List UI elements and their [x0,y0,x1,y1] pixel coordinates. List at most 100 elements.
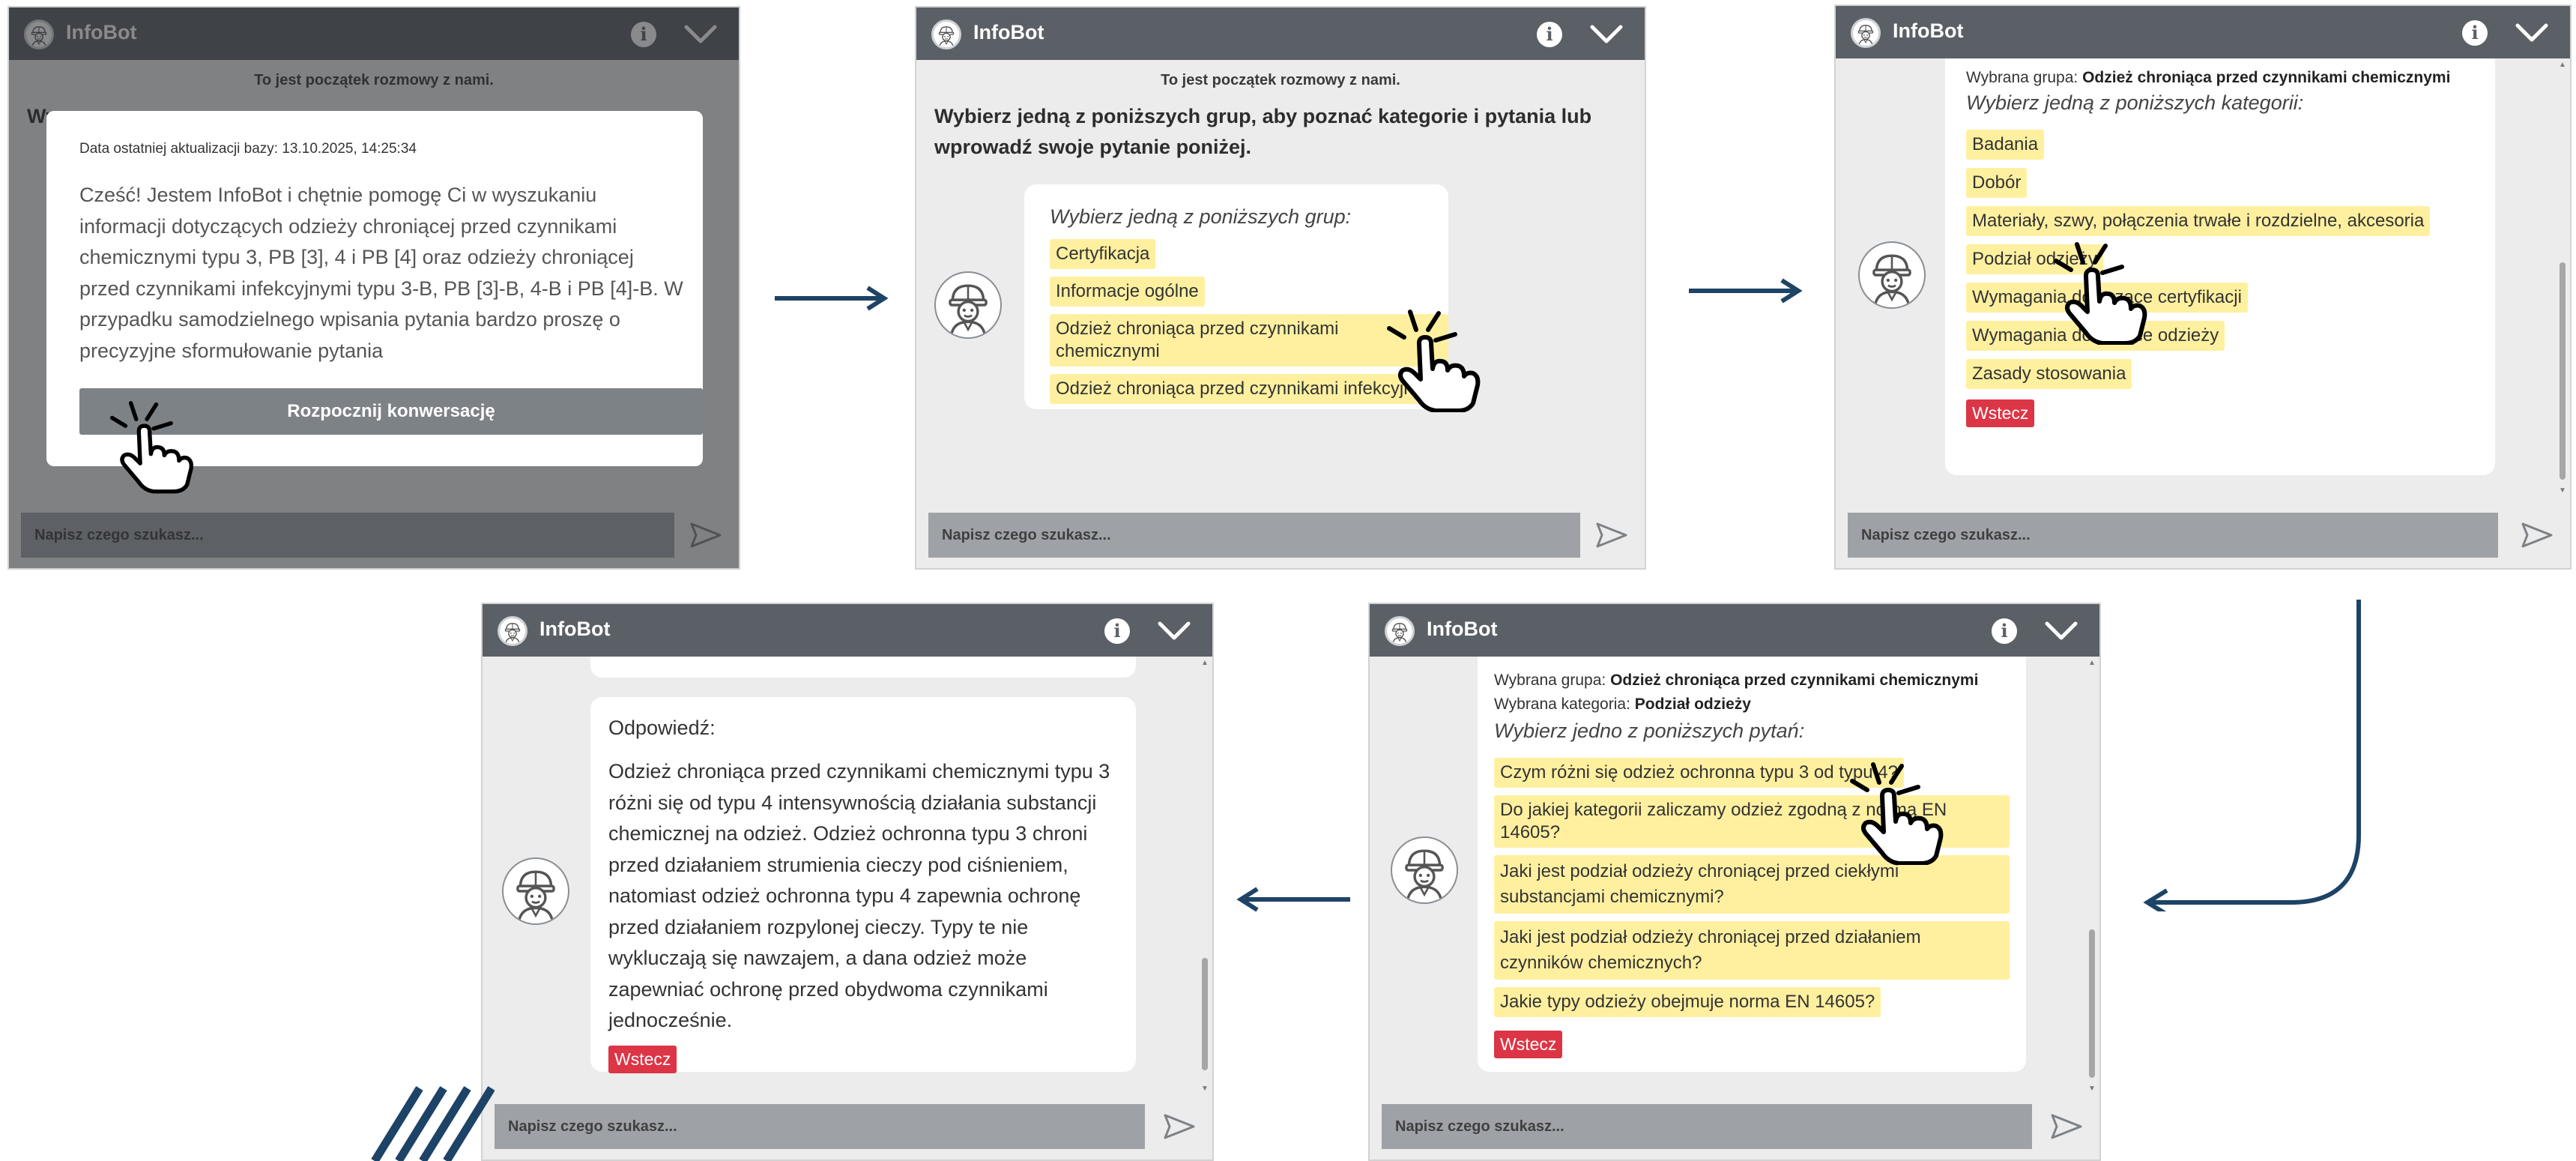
infobot-logo-icon [931,19,961,49]
send-icon[interactable] [1595,522,1628,549]
selected-group-label: Wybrana grupa: [1494,672,1606,689]
selected-group-line: Wybrana grupa: Odzież chroniąca przed cz… [1494,672,2010,690]
infobot-logo-icon [1851,18,1881,48]
database-update-date: Data ostatniej aktualizacji bazy: 13.10.… [79,141,417,157]
chevron-down-icon[interactable] [1589,21,1624,48]
selected-group-value: Odzież chroniąca przed czynnikami chemic… [1610,672,1979,689]
bubble-title: Wybierz jedną z poniższych grup: [1050,205,1352,228]
welcome-modal: Data ostatniej aktualizacji bazy: 13.10.… [46,111,703,466]
chat-header: InfoBot i [1836,6,2570,58]
info-icon[interactable]: i [1992,618,2017,644]
send-icon[interactable] [1163,1113,1196,1140]
category-bubble: Wybrana grupa: Odzież chroniąca przed cz… [1945,58,2495,475]
group-option-chemiczne[interactable]: Odzież chroniąca przed czynnikami chemic… [1050,314,1448,367]
question-bubble: Wybrana grupa: Odzież chroniąca przed cz… [1478,657,2026,1072]
back-button[interactable]: Wstecz [608,1045,677,1073]
bot-avatar [502,857,569,925]
selected-category-line: Wybrana kategoria: Podział odzieży [1494,696,2010,714]
decorative-stripes [371,1086,495,1161]
chat-header: InfoBot i [1370,604,2099,657]
chevron-down-icon[interactable] [1157,618,1191,645]
chat-input[interactable] [1382,1104,2032,1149]
group-option-informacje-ogolne[interactable]: Informacje ogólne [1050,277,1205,307]
category-option-zasady[interactable]: Zasady stosowania [1966,359,2132,389]
info-icon[interactable]: i [2462,20,2488,46]
infobot-logo-icon [498,616,527,646]
selected-group-line: Wybrana grupa: Odzież chroniąca przed cz… [1966,69,2495,87]
scroll-up-icon[interactable]: ▲ [1200,660,1209,667]
intro-text: Wybierz jedną z poniższych grup, aby poz… [934,105,1592,158]
question-option-en14605-kategoria[interactable]: Do jakiej kategorii zaliczamy odzież zgo… [1494,795,2010,848]
scroll-up-icon[interactable]: ▲ [2558,61,2567,69]
question-option-en14605-typy[interactable]: Jakie typy odzieży obejmuje norma EN 146… [1494,987,1881,1017]
chat-header: InfoBot i [483,604,1212,657]
info-icon[interactable]: i [1104,618,1130,644]
chevron-down-icon[interactable] [2044,618,2078,645]
chat-body: Wybrana grupa: Odzież chroniąca przed cz… [1836,58,2570,502]
scroll-thumb[interactable] [2089,929,2095,1078]
back-button[interactable]: Wstecz [1966,399,2035,427]
category-option-certyfikacja[interactable]: Wymagania dotyczące certyfikacji [1966,283,2248,313]
chat-window-4: InfoBot i Wybrana grupa: Odzież chroniąc… [1368,603,2101,1161]
scrollbar[interactable]: ▲ ▼ [2087,660,2096,1093]
chat-input[interactable] [928,513,1580,558]
scroll-down-icon[interactable]: ▼ [2558,487,2567,495]
app-title: InfoBot [539,618,611,640]
start-conversation-button[interactable]: Rozpocznij konwersację [79,388,703,435]
conversation-start-note: To jest początek rozmowy z nami. [1161,72,1400,88]
answer-text: Odzież chroniąca przed czynnikami chemic… [608,760,1110,1031]
selected-group-label: Wybrana grupa: [1966,69,2078,86]
arrow-right-icon [1689,278,1803,304]
chat-header: InfoBot i [916,7,1645,60]
bubble-title: Wybierz jedną z poniższych kategorii: [1966,91,2304,114]
scroll-up-icon[interactable]: ▲ [2087,660,2096,667]
bot-avatar [1391,836,1458,904]
scroll-down-icon[interactable]: ▼ [1200,1085,1209,1093]
welcome-text: Cześć! Jestem InfoBot i chętnie pomogę C… [79,184,683,362]
scroll-down-icon[interactable]: ▼ [2087,1085,2096,1093]
category-option-materialy[interactable]: Materiały, szwy, połączenia trwałe i roz… [1966,206,2431,236]
selected-category-label: Wybrana kategoria: [1494,696,1630,713]
category-option-badania[interactable]: Badania [1966,130,2045,160]
group-option-certyfikacja[interactable]: Certyfikacja [1050,239,1156,269]
scrollbar[interactable]: ▲ ▼ [1200,660,1209,1093]
chat-body: Wybrana grupa: Odzież chroniąca przed cz… [1370,657,2099,1094]
category-option-podzial-odziezy[interactable]: Podział odzieży [1966,244,2103,274]
selected-category-value: Podział odzieży [1634,696,1751,713]
selected-group-value: Odzież chroniąca przed czynnikami chemic… [2082,69,2451,86]
send-icon[interactable] [2050,1113,2083,1140]
infobot-logo-icon [1385,616,1415,646]
app-title: InfoBot [973,21,1044,43]
previous-bubble-edge [590,657,1136,678]
question-option-typ3-vs-typ4[interactable]: Czym różni się odzież ochronna typu 3 od… [1494,758,1904,788]
chat-window-2: InfoBot i To jest początek rozmowy z nam… [915,6,1646,570]
input-bar [916,502,1645,568]
back-button[interactable]: Wstecz [1494,1031,1563,1058]
input-bar [1836,502,2570,568]
scroll-thumb[interactable] [2560,262,2566,480]
question-option-czynniki-chemiczne[interactable]: Jaki jest podział odzieży chroniącej prz… [1494,921,2010,980]
group-option-infekcyjne[interactable]: Odzież chroniąca przed czynnikami infekc… [1050,374,1448,404]
arrow-curved-icon [2143,600,2361,911]
chevron-down-icon[interactable] [2515,19,2549,46]
chat-body: Odpowiedź: Odzież chroniąca przed czynni… [483,657,1212,1094]
scroll-thumb[interactable] [1202,958,1208,1070]
chat-input[interactable] [495,1104,1145,1149]
arrow-left-icon [1236,887,1350,912]
chat-input[interactable] [1848,513,2498,558]
info-icon[interactable]: i [1537,22,1562,47]
app-title: InfoBot [1893,19,1964,42]
app-title: InfoBot [1427,618,1498,640]
answer-bubble: Odpowiedź: Odzież chroniąca przed czynni… [590,697,1136,1073]
question-option-ciekle-substancje[interactable]: Jaki jest podział odzieży chroniącej prz… [1494,855,2010,914]
arrow-right-icon [775,286,889,311]
send-icon[interactable] [2521,522,2554,549]
answer-title: Odpowiedź: [608,717,716,739]
group-bubble: Wybierz jedną z poniższych grup: Certyfi… [1024,184,1448,409]
category-option-dobor[interactable]: Dobór [1966,168,2028,198]
scrollbar[interactable]: ▲ ▼ [2558,61,2567,495]
category-option-wymagania-odziez[interactable]: Wymagania dotyczące odzieży [1966,321,2225,351]
input-bar [483,1094,1212,1160]
chat-body: To jest początek rozmowy z nami. Wybierz… [916,60,1645,502]
input-bar [1370,1094,2099,1160]
